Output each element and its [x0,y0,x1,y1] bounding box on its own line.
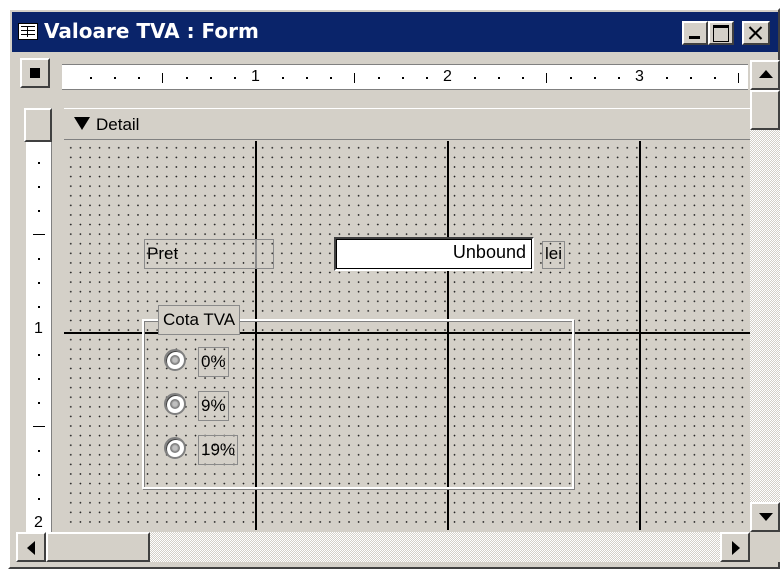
vertical-scroll-thumb[interactable] [750,90,780,130]
option-9-label-text: 9% [201,396,226,415]
size-grip [750,532,780,562]
ruler-number-2: 2 [443,68,452,85]
lei-label[interactable]: lei [542,241,566,269]
horizontal-scroll-thumb[interactable] [46,532,150,562]
vruler-number-1: 1 [34,320,43,337]
detail-section-header[interactable]: Detail [64,108,750,140]
scroll-down-button[interactable] [750,502,780,532]
option-0-label[interactable]: 0% [198,347,229,377]
ruler-number-3: 3 [635,68,644,85]
option-19-label[interactable]: 19% [198,435,239,465]
close-button[interactable] [742,21,770,45]
radio-19-percent[interactable] [164,437,186,459]
detail-design-grid[interactable]: Pret Unbound lei Cota TVA 0% 9% 19% [64,141,750,530]
arrow-down-icon [74,117,90,130]
title-bar[interactable]: Valoare TVA : Form [12,12,778,52]
horizontal-ruler[interactable]: 1 2 3 [62,64,748,90]
vruler-number-2: 2 [34,514,43,531]
detail-section-label: Detail [96,115,140,134]
section-selector-button[interactable] [24,108,52,142]
maximize-button[interactable] [708,21,734,45]
minimize-button[interactable] [682,21,708,45]
option-0-label-text: 0% [201,352,226,371]
pret-label[interactable]: Pret [144,239,256,269]
form-selector-button[interactable] [20,58,50,88]
radio-9-percent[interactable] [164,393,186,415]
window-title: Valoare TVA : Form [44,19,259,43]
scroll-left-button[interactable] [16,532,46,562]
pret-label-text: Pret [147,244,179,263]
option-group-label[interactable]: Cota TVA [158,305,241,335]
vertical-scrollbar[interactable] [750,60,780,532]
pret-textbox[interactable]: Unbound [334,237,534,271]
ruler-number-1: 1 [251,68,260,85]
form-design-window: Valoare TVA : Form 1 2 3 1 2 Detail Pret… [8,8,780,569]
scroll-up-button[interactable] [750,60,780,90]
vertical-ruler[interactable]: 1 2 [26,142,52,532]
option-group-label-text: Cota TVA [163,310,236,329]
pret-label-handle[interactable] [256,239,274,269]
scroll-right-button[interactable] [720,532,750,562]
form-icon[interactable] [18,23,38,40]
horizontal-scrollbar[interactable] [16,532,750,562]
option-9-label[interactable]: 9% [198,391,229,421]
radio-0-percent[interactable] [164,349,186,371]
option-19-label-text: 19% [201,440,236,459]
lei-label-text: lei [545,244,563,263]
